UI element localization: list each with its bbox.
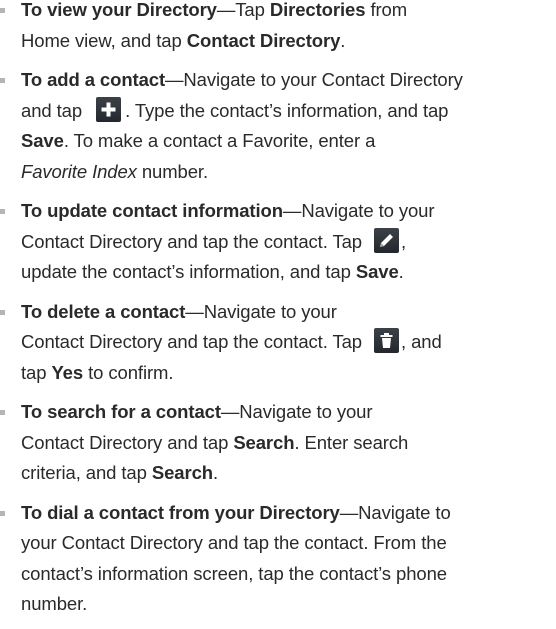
bold-term: Search (151, 462, 213, 483)
text-line: To add a contact—Navigate to your Contac… (21, 65, 556, 96)
instruction-text: To view your Directory—Tap Directories f… (21, 0, 556, 56)
bold-term: To add a contact (21, 69, 166, 90)
bullet-marker (0, 8, 5, 13)
text-run: your Contact Directory and tap the conta… (21, 532, 447, 553)
instruction-item: To view your Directory—Tap Directories f… (0, 0, 556, 56)
bold-term: Save (21, 130, 64, 151)
text-line: contact’s information screen, tap the co… (21, 559, 556, 590)
text-line: and tap . Type the contact’s information… (21, 96, 556, 127)
bold-term: To delete a contact (21, 300, 186, 322)
instruction-item: To update contact information—Navigate t… (0, 196, 556, 288)
text-run: . (398, 261, 404, 282)
text-run: —Navigate to your (220, 401, 373, 422)
text-line: Contact Directory and tap Search. Enter … (21, 428, 556, 459)
bullet-marker (0, 510, 5, 516)
instruction-item: To search for a contact—Navigate to your… (0, 397, 556, 489)
text-run: Contact Directory and tap the contact. T… (21, 331, 368, 352)
text-run: —Navigate to your Contact Directory (165, 69, 463, 90)
text-run: —Tap (216, 0, 270, 20)
bold-term: To search for a contact (21, 401, 221, 422)
text-run: . (212, 462, 219, 483)
bold-term: Contact Directory (186, 29, 341, 51)
text-line: Home view, and tap Contact Directory. (21, 26, 556, 57)
bold-term: Directories (269, 0, 366, 20)
text-line: criteria, and tap Search. (21, 458, 556, 489)
text-run: Contact Directory and tap the contact. T… (21, 230, 368, 252)
text-run: contact’s information screen, tap the co… (21, 562, 447, 584)
text-line: Contact Directory and tap the contact. T… (21, 227, 556, 258)
instruction-item: To add a contact—Navigate to your Contac… (0, 65, 556, 187)
text-run: number. (136, 160, 209, 182)
instruction-list: To view your Directory—Tap Directories f… (0, 0, 556, 620)
bullet-marker (0, 309, 5, 315)
text-run: criteria, and tap (21, 462, 152, 483)
trash-icon (374, 328, 400, 353)
text-line: your Contact Directory and tap the conta… (21, 528, 556, 559)
instruction-text: To add a contact—Navigate to your Contac… (21, 65, 556, 187)
edit-icon (374, 227, 400, 253)
bold-term: To update contact information (21, 200, 283, 221)
text-run: tap (21, 361, 52, 383)
instruction-text: To delete a contact—Navigate to your Cont… (21, 297, 556, 389)
text-run: —Navigate to (339, 501, 451, 523)
instruction-item: To dial a contact from your Directory—Na… (0, 498, 556, 620)
text-run: Home view, and tap (21, 29, 187, 51)
text-run: update the contact’s information, and ta… (21, 261, 356, 282)
text-run: . Type the contact’s information, and ta… (125, 99, 449, 121)
text-run: . Enter search (294, 431, 409, 453)
instruction-item: To delete a contact—Navigate to your Cont… (0, 297, 556, 389)
italic-term: Favorite Index (21, 160, 137, 182)
text-run: —Navigate to your (185, 300, 337, 322)
text-run: and tap (21, 99, 88, 121)
text-run: —Navigate to your (282, 200, 435, 221)
bold-term: To dial a contact from your Directory (21, 501, 340, 523)
text-line: Save. To make a contact a Favorite, ente… (21, 126, 556, 157)
instruction-text: To dial a contact from your Directory—Na… (21, 498, 556, 620)
text-line: To dial a contact from your Directory—Na… (21, 498, 556, 529)
bold-term: To view your Directory (21, 0, 217, 20)
text-line: update the contact’s information, and ta… (21, 257, 556, 288)
text-run: Contact Directory and tap (21, 431, 234, 453)
instruction-text: To search for a contact—Navigate to your… (21, 397, 556, 489)
bullet-marker (0, 209, 5, 214)
text-run: . (340, 29, 346, 51)
bold-term: Save (355, 261, 399, 282)
instruction-text: To update contact information—Navigate t… (21, 196, 556, 288)
text-run: , and (401, 331, 442, 352)
text-run: . To make a contact a Favorite, enter a (63, 130, 376, 151)
text-line: Contact Directory and tap the contact. T… (21, 327, 556, 358)
text-line: To search for a contact—Navigate to your (21, 397, 556, 428)
text-line: To update contact information—Navigate t… (21, 196, 556, 227)
text-line: To delete a contact—Navigate to your (21, 297, 556, 328)
text-line: To view your Directory—Tap Directories f… (21, 0, 556, 26)
bold-term: Yes (51, 361, 84, 383)
text-run: , (401, 230, 407, 252)
bullet-marker (0, 78, 5, 83)
text-run: number. (21, 593, 88, 614)
text-line: Favorite Index number. (21, 157, 556, 188)
bullet-marker (0, 410, 5, 415)
text-run: to confirm. (83, 361, 174, 383)
bold-term: Search (233, 431, 295, 453)
add-icon (96, 96, 122, 122)
text-line: number. (21, 589, 556, 620)
text-run: from (365, 0, 408, 20)
text-line: tap Yes to confirm. (21, 358, 556, 389)
